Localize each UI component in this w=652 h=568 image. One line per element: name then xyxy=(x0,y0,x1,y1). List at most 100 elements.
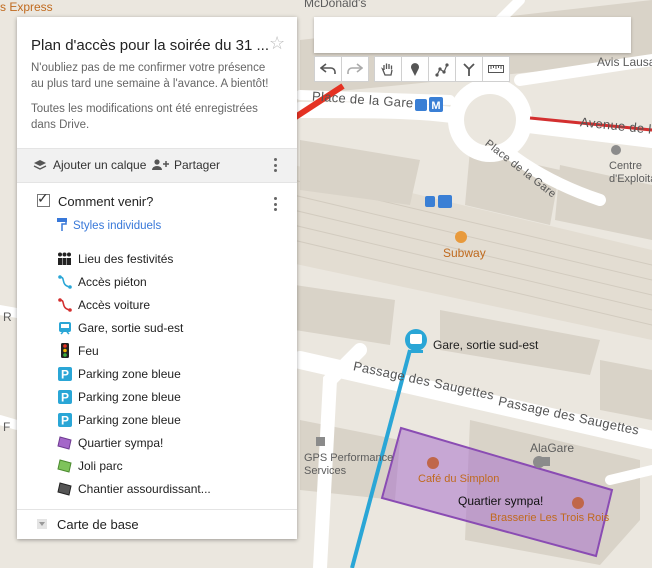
line-tool-icon xyxy=(434,62,449,77)
item-label: Quartier sympa! xyxy=(78,435,164,450)
layer-options-icon[interactable] xyxy=(274,197,278,214)
map-description[interactable]: N'oubliez pas de me confirmer votre prés… xyxy=(31,60,281,92)
paint-roller-icon xyxy=(57,218,67,231)
list-item[interactable]: Gare, sortie sud-est xyxy=(57,316,211,339)
item-label: Accès piéton xyxy=(78,274,147,289)
list-item[interactable]: Quartier sympa! xyxy=(57,431,211,454)
undo-icon xyxy=(320,63,336,74)
polygon-icon-dark xyxy=(57,481,72,496)
share-label: Partager xyxy=(174,158,221,172)
map-title[interactable]: Plan d'accès pour la soirée du 31 ... xyxy=(31,37,269,54)
list-item[interactable]: Lieu des festivités xyxy=(57,247,211,270)
star-icon[interactable]: ☆ xyxy=(269,33,285,54)
map-label-subway: Subway xyxy=(443,246,486,260)
svg-text:P: P xyxy=(60,390,68,404)
item-label: Parking zone bleue xyxy=(78,366,181,381)
styles-link[interactable]: Styles individuels xyxy=(57,218,161,232)
item-label: Gare, sortie sud-est xyxy=(78,320,184,335)
chevron-down-icon[interactable] xyxy=(37,519,47,529)
layer-items-list: Lieu des festivités Accès piéton Accès v… xyxy=(57,247,211,500)
list-item[interactable]: Feu xyxy=(57,339,211,362)
list-item[interactable]: Accès piéton xyxy=(57,270,211,293)
layer-name[interactable]: Comment venir? xyxy=(58,194,153,209)
layers-icon xyxy=(33,160,47,170)
map-label-gps-2: Services xyxy=(304,465,347,477)
svg-text:P: P xyxy=(60,413,68,427)
panel-options-icon[interactable] xyxy=(274,158,278,175)
map-label-mcdonalds: McDonald's xyxy=(304,0,367,10)
hotel-poi-icon[interactable] xyxy=(538,457,550,466)
search-box[interactable] xyxy=(314,17,631,53)
panel-toolbar: Ajouter un calque Partager xyxy=(17,148,297,183)
cafe-poi-icon[interactable] xyxy=(427,457,439,469)
item-label: Lieu des festivités xyxy=(78,251,174,266)
map-label-edge-r: R xyxy=(3,310,12,324)
map-label-centre: Centre xyxy=(609,160,643,172)
layer-visibility-checkbox[interactable] xyxy=(37,190,50,207)
station-icon[interactable]: M xyxy=(415,97,443,112)
map-legend-panel: Plan d'accès pour la soirée du 31 ... ☆ … xyxy=(17,17,297,539)
add-layer-button[interactable]: Ajouter un calque xyxy=(33,158,146,172)
map-label-avis: Avis Lausanne xyxy=(597,55,652,69)
path-icon-red xyxy=(57,297,72,312)
subway-poi-icon[interactable] xyxy=(455,231,467,243)
item-label: Feu xyxy=(78,343,99,358)
map-label-express: s Express xyxy=(0,0,53,14)
item-label: Joli parc xyxy=(78,458,123,473)
people-icon xyxy=(58,252,71,265)
map-label-brasserie: Brasserie Les Trois Rois xyxy=(490,512,610,524)
base-map-section[interactable]: Carte de base xyxy=(17,509,297,539)
map-toolbar xyxy=(314,56,510,82)
map-label-gare-marker: Gare, sortie sud-est xyxy=(433,338,539,352)
brasserie-poi-icon[interactable] xyxy=(572,497,584,509)
item-label: Accès voiture xyxy=(78,297,151,312)
polygon-icon-purple xyxy=(57,435,72,450)
item-label: Parking zone bleue xyxy=(78,412,181,427)
ruler-icon xyxy=(488,65,504,73)
map-label-gps: GPS Performance xyxy=(304,452,394,464)
map-label-alagare: AlaGare xyxy=(530,441,575,455)
train-icon xyxy=(58,321,71,335)
add-person-icon xyxy=(152,159,169,170)
parking-icon: P xyxy=(57,366,72,381)
polygon-icon-green xyxy=(57,458,72,473)
map-label-cafe: Café du Simplon xyxy=(418,473,500,485)
list-item[interactable]: P Parking zone bleue xyxy=(57,362,211,385)
list-item[interactable]: Accès voiture xyxy=(57,293,211,316)
directions-icon xyxy=(463,62,475,76)
marker-icon xyxy=(411,62,419,76)
parking-icon: P xyxy=(57,389,72,404)
measure-button[interactable] xyxy=(482,56,510,82)
list-item[interactable]: Chantier assourdissant... xyxy=(57,477,211,500)
item-label: Chantier assourdissant... xyxy=(78,481,211,496)
list-item[interactable]: P Parking zone bleue xyxy=(57,385,211,408)
pan-tool-button[interactable] xyxy=(374,56,402,82)
add-marker-button[interactable] xyxy=(401,56,429,82)
map-label-centre-2: d'Exploitat xyxy=(609,173,652,185)
share-button[interactable]: Partager xyxy=(152,158,220,172)
parking-icon: P xyxy=(57,412,72,427)
list-item[interactable]: Joli parc xyxy=(57,454,211,477)
map-label-edge-f: F xyxy=(3,420,11,434)
hand-icon xyxy=(381,63,393,76)
add-layer-label: Ajouter un calque xyxy=(53,158,147,172)
redo-button[interactable] xyxy=(341,56,369,82)
centre-poi-icon[interactable] xyxy=(611,145,621,155)
undo-button[interactable] xyxy=(314,56,342,82)
gps-poi-icon[interactable] xyxy=(316,437,325,446)
redo-icon xyxy=(347,63,363,74)
svg-text:M: M xyxy=(431,100,440,112)
item-label: Parking zone bleue xyxy=(78,389,181,404)
directions-button[interactable] xyxy=(455,56,483,82)
map-label-quartier: Quartier sympa! xyxy=(458,494,544,508)
bus-icon[interactable] xyxy=(425,195,452,208)
path-icon-blue xyxy=(57,274,72,289)
styles-link-label: Styles individuels xyxy=(73,220,162,232)
draw-line-button[interactable] xyxy=(428,56,456,82)
layer-header[interactable]: Comment venir? xyxy=(37,190,153,209)
base-map-label: Carte de base xyxy=(57,517,139,532)
save-status: Toutes les modifications ont été enregis… xyxy=(31,103,258,131)
list-item[interactable]: P Parking zone bleue xyxy=(57,408,211,431)
svg-text:P: P xyxy=(60,367,68,381)
traffic-light-icon xyxy=(60,343,69,358)
